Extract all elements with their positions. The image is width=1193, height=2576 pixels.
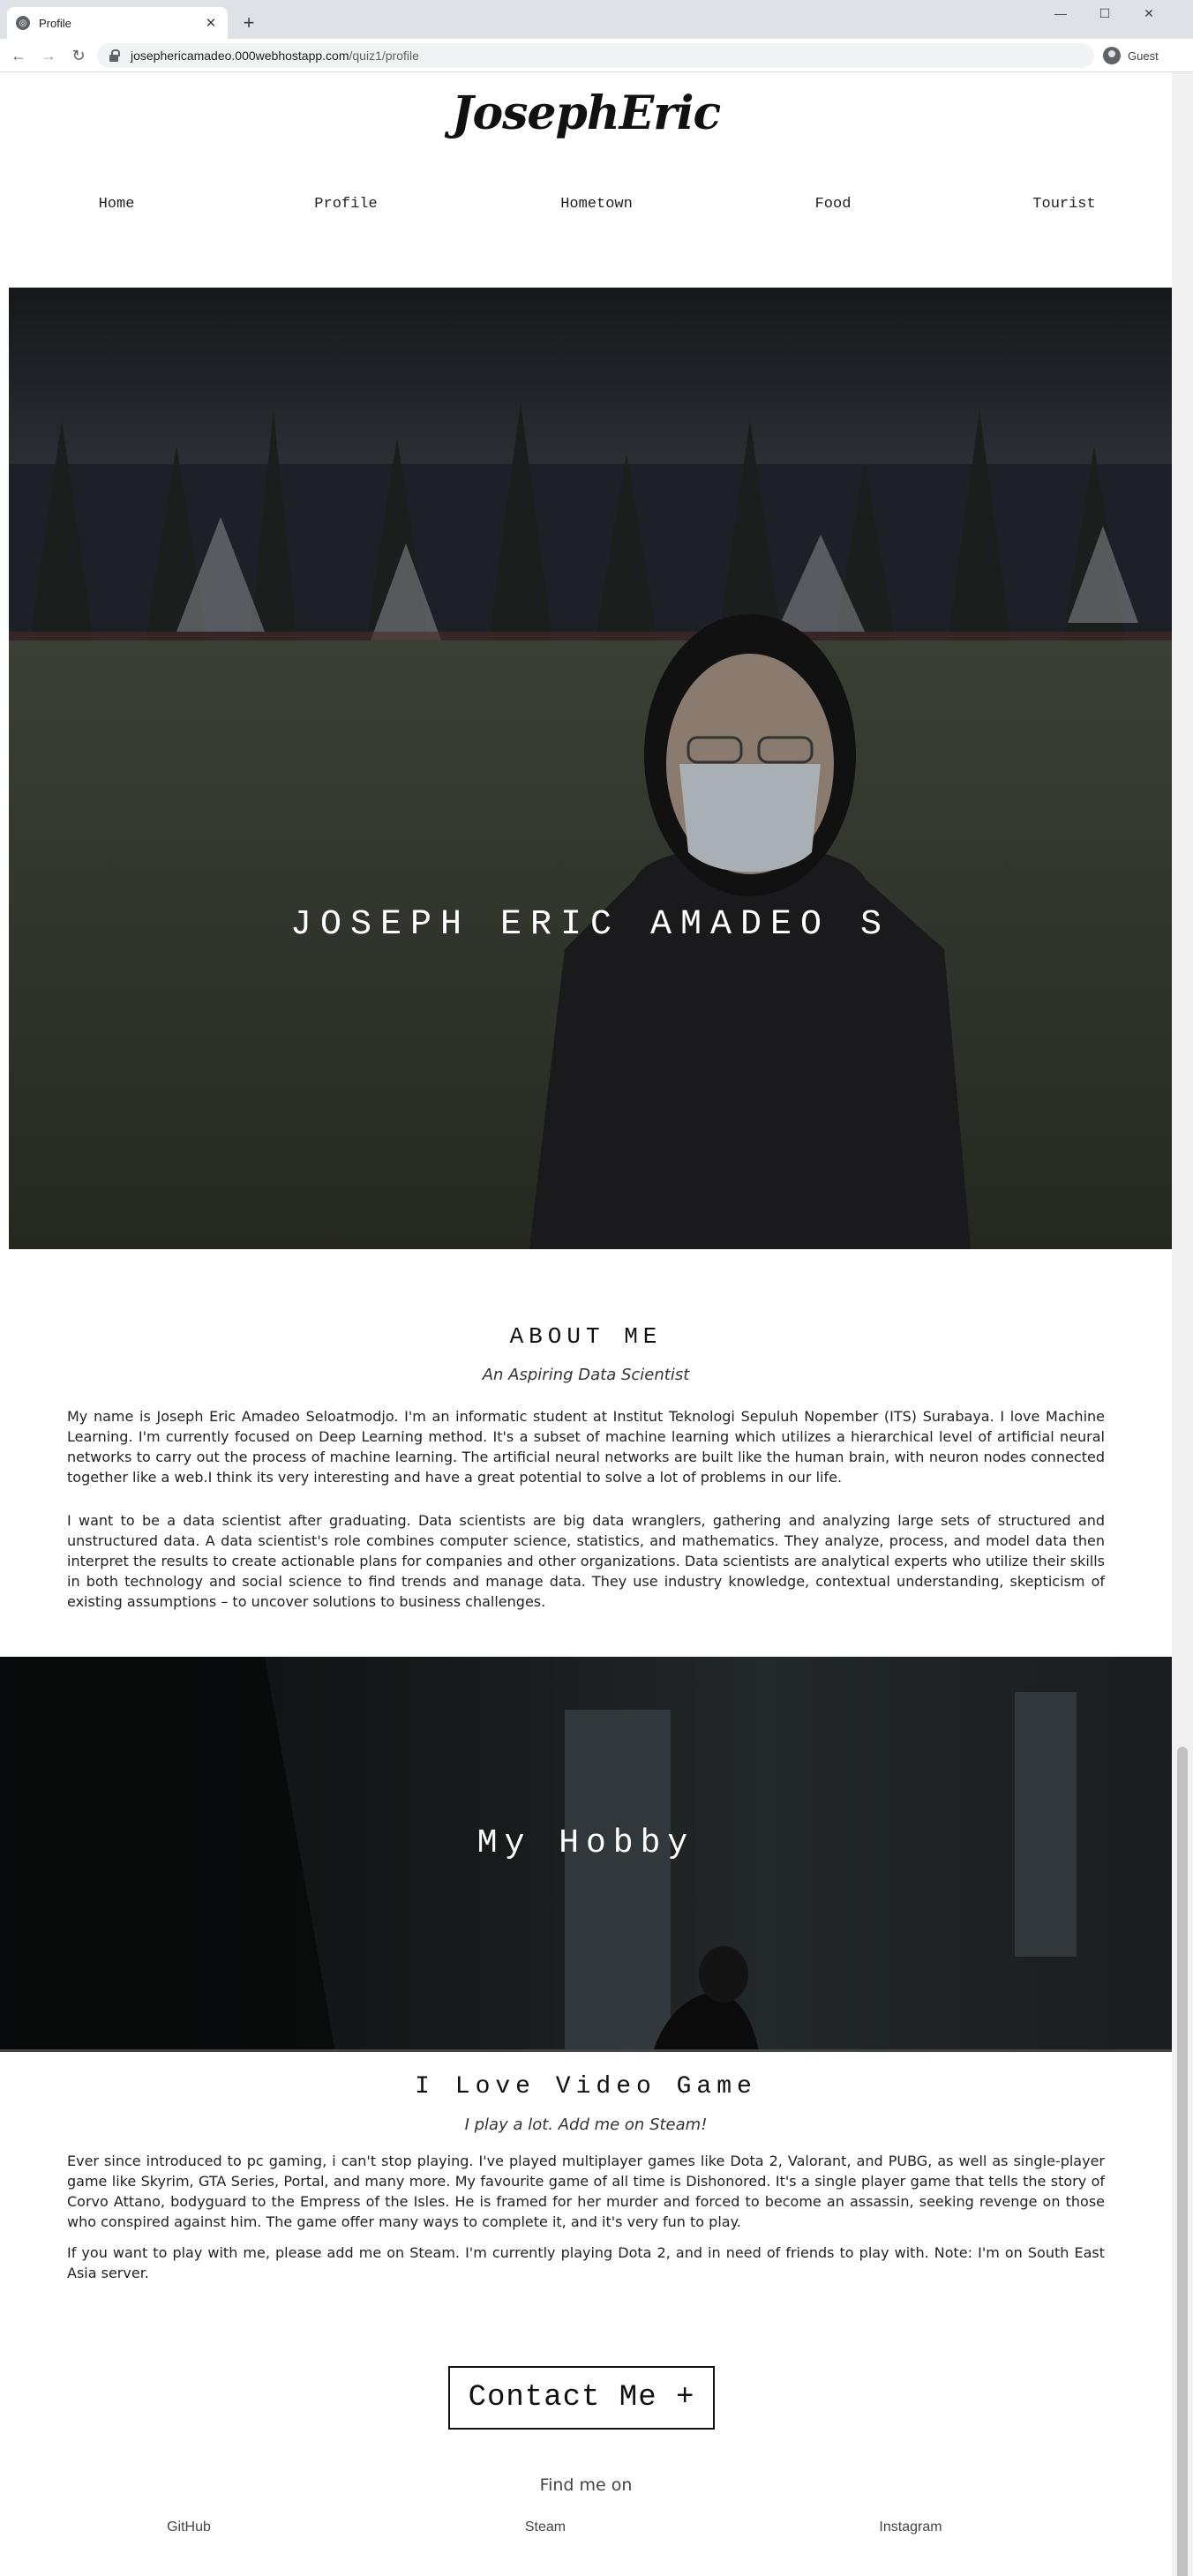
lock-icon <box>109 49 120 62</box>
reload-icon[interactable]: ↻ <box>67 44 90 67</box>
game-paragraph-1: Ever since introduced to pc gaming, i ca… <box>67 2153 1105 2230</box>
nav-home[interactable]: Home <box>99 196 135 213</box>
hero-title: JOSEPH ERIC AMADEO S <box>289 905 891 945</box>
browser-tab[interactable]: ◎ Profile ✕ <box>7 7 228 39</box>
url-host: josephericamadeo.000webhostapp.com <box>131 49 349 63</box>
find-me-label: Find me on <box>539 2475 633 2495</box>
address-bar[interactable]: josephericamadeo.000webhostapp.com/quiz1… <box>97 43 1094 68</box>
nav-profile[interactable]: Profile <box>314 196 377 213</box>
contact-me-button[interactable]: Contact Me + <box>448 2366 715 2430</box>
nav-hometown[interactable]: Hometown <box>560 196 633 213</box>
maximize-icon[interactable]: ☐ <box>1085 0 1124 26</box>
hobby-banner: My Hobby <box>0 1657 1172 2052</box>
main-nav: Home Profile Hometown Food Tourist <box>0 196 1172 222</box>
new-tab-button[interactable]: + <box>236 11 261 35</box>
game-title: I Love Video Game <box>415 2073 757 2100</box>
window-close-icon[interactable]: ✕ <box>1129 0 1168 26</box>
hobby-title: My Hobby <box>476 1824 695 1862</box>
hero-banner: JOSEPH ERIC AMADEO S <box>9 288 1172 1249</box>
nav-food[interactable]: Food <box>815 196 852 213</box>
browser-chrome: ◎ Profile ✕ + — ☐ ✕ ← → ↻ josephericamad… <box>0 0 1193 72</box>
game-paragraph-2: If you want to play with me, please add … <box>67 2244 1105 2281</box>
profile-label: Guest <box>1128 49 1159 63</box>
scrollbar-thumb[interactable] <box>1177 1747 1188 2576</box>
tab-bar: ◎ Profile ✕ + — ☐ ✕ <box>0 0 1193 39</box>
github-link[interactable]: GitHub <box>167 2520 211 2535</box>
about-title: ABOUT ME <box>509 1323 663 1350</box>
profile-button[interactable]: Guest <box>1103 43 1159 68</box>
steam-link[interactable]: Steam <box>525 2520 566 2535</box>
back-arrow-icon[interactable]: ← <box>7 44 30 67</box>
url-path: /quiz1/profile <box>349 49 419 63</box>
about-subtitle: An Aspiring Data Scientist <box>482 1366 690 1384</box>
game-subtitle: I play a lot. Add me on Steam! <box>464 2115 708 2134</box>
forward-arrow-icon[interactable]: → <box>37 44 60 67</box>
globe-icon: ◎ <box>16 16 30 30</box>
about-paragraph-2: I want to be a data scientist after grad… <box>67 1512 1105 1610</box>
avatar-icon <box>1103 47 1121 64</box>
about-paragraph-1: My name is Joseph Eric Amadeo Seloatmodj… <box>67 1408 1105 1486</box>
site-logo[interactable]: JosephEric <box>0 86 1172 140</box>
nav-tourist[interactable]: Tourist <box>1032 196 1095 213</box>
minimize-icon[interactable]: — <box>1041 0 1080 26</box>
tab-title: Profile <box>39 16 71 30</box>
browser-toolbar: ← → ↻ josephericamadeo.000webhostapp.com… <box>0 39 1193 72</box>
close-icon[interactable]: ✕ <box>203 15 219 31</box>
instagram-link[interactable]: Instagram <box>879 2520 942 2535</box>
